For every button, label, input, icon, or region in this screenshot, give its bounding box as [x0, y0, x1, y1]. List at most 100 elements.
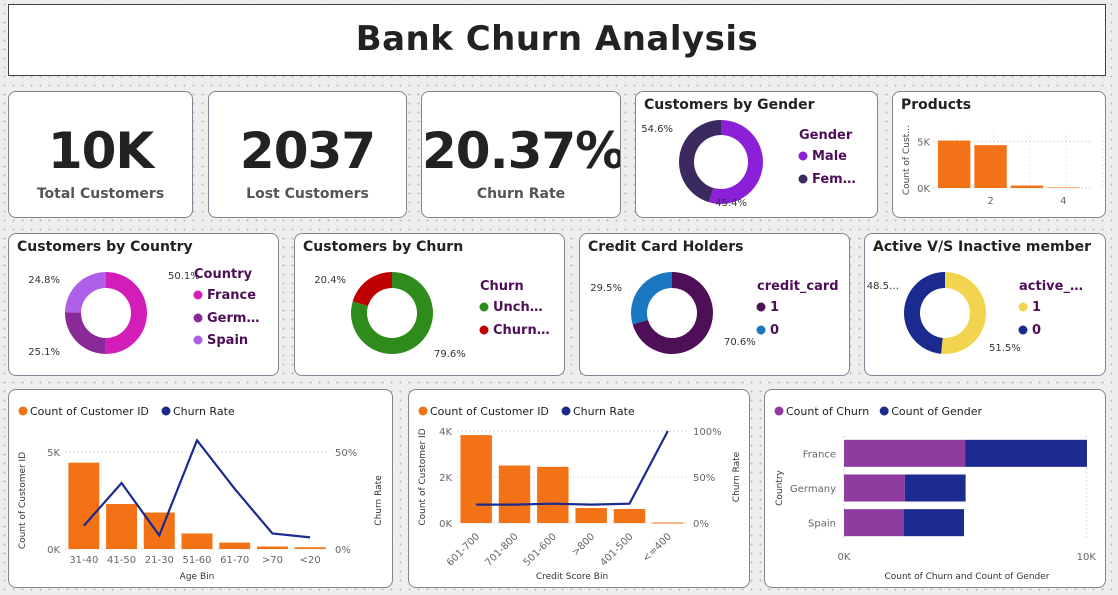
- legend-label: 0: [1032, 323, 1041, 338]
- products-chart-card[interactable]: Products 0K 5K 2 4 Count of Cust…: [892, 91, 1106, 218]
- legend-marker: [479, 325, 489, 335]
- slice-value-label: 79.6%: [434, 349, 466, 360]
- legend-label: Count of Customer ID: [430, 405, 549, 418]
- credit-score-combo-chart-card[interactable]: Count of Customer ID Churn Rate 0K 2K 4K 0% 50…: [408, 389, 750, 588]
- age-bin-combo-chart[interactable]: Count of Customer ID Churn Rate 0K 5K 0% 50% 3…: [9, 390, 393, 588]
- legend-label: Fem…: [812, 172, 856, 187]
- bar: [106, 503, 138, 549]
- legend-marker: [756, 302, 766, 312]
- donut-slice: [941, 272, 986, 354]
- y-tick-label: Germany: [790, 484, 836, 495]
- kpi-value: 20.37%: [422, 122, 621, 180]
- bar-count-of-churn: [844, 509, 905, 537]
- legend-marker: [479, 302, 489, 312]
- kpi-label: Churn Rate: [476, 186, 566, 202]
- gender-chart-card[interactable]: Customers by Gender 54.6% 45.4% Gender Male…: [635, 91, 878, 218]
- bar: [294, 547, 326, 549]
- donut-slice: [65, 312, 106, 354]
- age-combo-chart-card[interactable]: Count of Customer ID Churn Rate 0K 5K 0% 50% 3…: [8, 389, 393, 588]
- legend-label: Churn Rate: [173, 405, 235, 418]
- x-axis-title: Count of Churn and Count of Gender: [884, 572, 1049, 582]
- slice-value-label: 24.8%: [28, 275, 60, 286]
- active-member-chart-card[interactable]: Active V/S Inactive member 51.5% 48.5… act…: [864, 233, 1106, 376]
- legend-label: Unch…: [493, 300, 543, 315]
- kpi-total-customers[interactable]: 10K Total Customers: [8, 91, 193, 218]
- x-tick-label: 41-50: [107, 555, 136, 566]
- credit-card-donut-chart[interactable]: 70.6% 29.5% credit_card 1 0: [580, 234, 850, 376]
- churn-donut-chart[interactable]: 79.6% 20.4% Churn Unch… Churn…: [295, 234, 565, 376]
- gender-donut-chart[interactable]: 54.6% 45.4% Gender Male Fem…: [636, 92, 878, 218]
- legend-title: Country: [194, 267, 253, 282]
- country-donut-chart[interactable]: 50.1%25.1%24.8% CountryFranceGerm…Spain: [9, 234, 279, 376]
- y2-tick-label: 50%: [693, 473, 715, 484]
- kpi-lost-customers[interactable]: 2037 Lost Customers: [208, 91, 407, 218]
- credit-card-chart-card[interactable]: Credit Card Holders 70.6% 29.5% credit_car…: [579, 233, 850, 376]
- bar: [938, 140, 971, 188]
- legend-marker: [561, 406, 571, 416]
- bar-count-of-gender: [965, 439, 1087, 467]
- bar: [575, 508, 607, 523]
- bar: [974, 145, 1007, 188]
- active-member-donut-chart[interactable]: 51.5% 48.5… active_… 1 0: [865, 234, 1106, 376]
- y-axis-title: Count of Cust…: [902, 125, 912, 195]
- dashboard-title: Bank Churn Analysis: [355, 19, 759, 59]
- legend-label: Churn Rate: [573, 405, 635, 418]
- x-tick-label: 61-70: [220, 555, 249, 566]
- country-stacked-chart-card[interactable]: Count of Churn Count of Gender 0K 10K France…: [764, 389, 1106, 588]
- legend-marker: [798, 174, 808, 184]
- x-tick-label: <=400: [641, 531, 674, 564]
- slice-value-label: 51.5%: [989, 343, 1021, 354]
- country-chart-card[interactable]: Customers by Country 50.1% 25.1% 24.8% Coun…: [8, 233, 279, 376]
- donut-slice: [65, 272, 106, 313]
- x-tick-label: 2: [987, 196, 993, 207]
- x-tick-label: 0K: [838, 552, 851, 563]
- legend-marker: [418, 406, 428, 416]
- donut-slice: [631, 272, 672, 325]
- bar: [181, 533, 213, 549]
- kpi-churn-rate[interactable]: 20.37% Churn Rate: [421, 91, 621, 218]
- x-tick-label: 601-700: [445, 531, 482, 568]
- bar: [498, 465, 531, 523]
- churn-chart-card[interactable]: Customers by Churn 79.6% 20.4% Churn Unch… C…: [294, 233, 565, 376]
- x-axis-title: Credit Score Bin: [536, 572, 608, 582]
- y-tick-label: Spain: [808, 519, 836, 530]
- donut-slice: [105, 272, 147, 354]
- x-tick-label: >800: [570, 531, 597, 558]
- bar: [256, 546, 288, 549]
- y2-tick-label: 0%: [335, 545, 351, 556]
- legend-label: 1: [770, 300, 779, 315]
- y-tick-label: 0K: [917, 184, 930, 195]
- y-axis-title: Count of Customer ID: [418, 428, 428, 525]
- x-tick-label: <20: [300, 555, 321, 566]
- legend-label: Spain: [207, 333, 248, 348]
- credit-score-combo-chart[interactable]: Count of Customer ID Churn Rate 0K 2K 4K 0% 50…: [409, 390, 750, 588]
- bar-count-of-gender: [904, 474, 966, 502]
- country-stacked-bar-chart[interactable]: Count of Churn Count of Gender 0K 10K France…: [765, 390, 1106, 588]
- bar: [460, 435, 492, 523]
- y-tick-label: 5K: [47, 448, 60, 459]
- legend-title: credit_card: [757, 279, 839, 294]
- legend-marker: [774, 406, 784, 416]
- bar: [652, 522, 684, 524]
- slice-value-label: 45.4%: [715, 198, 747, 209]
- kpi-label: Lost Customers: [246, 186, 369, 202]
- products-bar-chart[interactable]: 0K 5K 2 4 Count of Cust…: [893, 92, 1106, 218]
- legend-label: 0: [770, 323, 779, 338]
- y-tick-label: 2K: [439, 473, 452, 484]
- y-tick-label: 0K: [439, 519, 452, 530]
- legend-marker: [18, 406, 28, 416]
- legend-label: Male: [812, 149, 847, 164]
- legend-label: Count of Gender: [891, 405, 982, 418]
- legend-marker: [193, 335, 203, 345]
- legend-label: 1: [1032, 300, 1041, 315]
- y-axis-title: Country: [775, 469, 785, 505]
- kpi-value: 10K: [47, 122, 154, 180]
- y2-tick-label: 50%: [335, 448, 357, 459]
- legend-marker: [193, 290, 203, 300]
- legend-marker: [798, 151, 808, 161]
- legend-label: Germ…: [207, 311, 259, 326]
- slice-value-label: 20.4%: [314, 275, 346, 286]
- bar: [1047, 187, 1080, 188]
- bar-count-of-gender: [904, 509, 965, 537]
- y-axis-title: Count of Customer ID: [18, 452, 28, 549]
